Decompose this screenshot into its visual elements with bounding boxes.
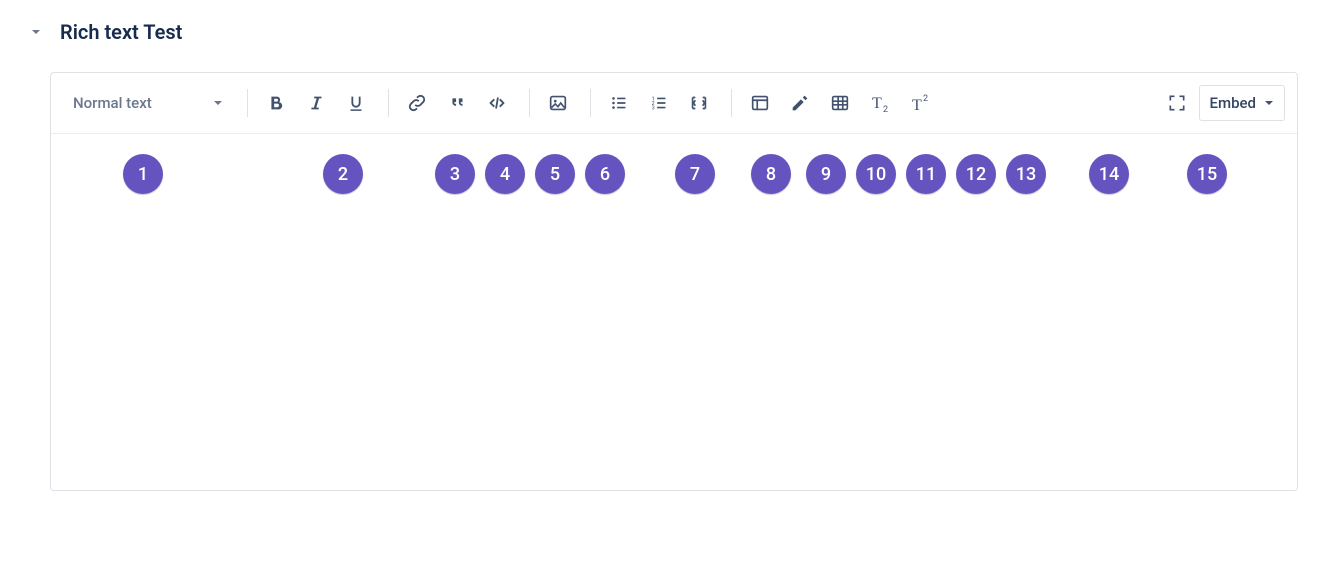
embed-dropdown[interactable]: Embed (1199, 85, 1285, 121)
annotation-badge: 7 (675, 154, 715, 194)
bold-button[interactable] (258, 85, 294, 121)
rich-text-editor: Normal text 1 (50, 72, 1298, 491)
toolbar-separator (590, 89, 591, 117)
code-block-icon (688, 92, 710, 114)
annotation-badge: 12 (956, 154, 996, 194)
quote-icon (446, 92, 468, 114)
toolbar-separator (247, 89, 248, 117)
editor-canvas[interactable]: 123456789101112131415 (51, 134, 1297, 490)
svg-text:T: T (872, 95, 882, 112)
page-title: Rich text Test (60, 20, 182, 44)
underline-icon (345, 92, 367, 114)
toolbar-separator (529, 89, 530, 117)
toolbar-separator (388, 89, 389, 117)
annotation-badge: 1 (123, 154, 163, 194)
annotation-badge: 2 (323, 154, 363, 194)
link-icon (406, 92, 428, 114)
annotation-badge: 4 (485, 154, 525, 194)
superscript-button[interactable]: T2 (902, 85, 938, 121)
subscript-icon: T2 (868, 92, 892, 114)
annotation-badge: 3 (435, 154, 475, 194)
superscript-icon: T2 (908, 92, 932, 114)
quote-button[interactable] (439, 85, 475, 121)
table-icon (829, 92, 851, 114)
svg-text:3: 3 (652, 105, 655, 111)
embed-label: Embed (1210, 94, 1256, 112)
underline-button[interactable] (338, 85, 374, 121)
annotation-badge: 11 (906, 154, 946, 194)
annotation-badge: 13 (1006, 154, 1046, 194)
image-icon (547, 92, 569, 114)
chevron-down-icon (213, 98, 223, 108)
pencil-icon (789, 92, 811, 114)
code-block-button[interactable] (681, 85, 717, 121)
bullet-list-icon (608, 92, 630, 114)
bullet-list-button[interactable] (601, 85, 637, 121)
text-style-label: Normal text (73, 94, 152, 112)
link-button[interactable] (399, 85, 435, 121)
svg-text:2: 2 (883, 105, 888, 114)
fullscreen-icon (1167, 93, 1187, 113)
text-style-dropdown[interactable]: Normal text (63, 85, 233, 121)
bold-icon (265, 92, 287, 114)
panel-icon (749, 92, 771, 114)
collapse-icon[interactable] (30, 26, 42, 38)
annotation-badge: 6 (585, 154, 625, 194)
subscript-button[interactable]: T2 (862, 85, 898, 121)
annotation-badge: 14 (1089, 154, 1129, 194)
chevron-down-icon (1264, 98, 1274, 108)
annotation-badge: 5 (535, 154, 575, 194)
image-button[interactable] (540, 85, 576, 121)
annotation-badge: 15 (1187, 154, 1227, 194)
toolbar-separator (731, 89, 732, 117)
numbered-list-icon: 123 (648, 92, 670, 114)
numbered-list-button[interactable]: 123 (641, 85, 677, 121)
fullscreen-button[interactable] (1159, 85, 1195, 121)
italic-button[interactable] (298, 85, 334, 121)
annotation-badge: 10 (856, 154, 896, 194)
table-button[interactable] (822, 85, 858, 121)
code-icon (486, 92, 508, 114)
editor-toolbar: Normal text 1 (51, 73, 1297, 134)
italic-icon (305, 92, 327, 114)
panel-button[interactable] (742, 85, 778, 121)
code-button[interactable] (479, 85, 515, 121)
svg-text:T: T (912, 97, 922, 114)
annotation-badge: 9 (806, 154, 846, 194)
svg-text:2: 2 (923, 94, 928, 104)
color-button[interactable] (782, 85, 818, 121)
annotation-badge: 8 (751, 154, 791, 194)
